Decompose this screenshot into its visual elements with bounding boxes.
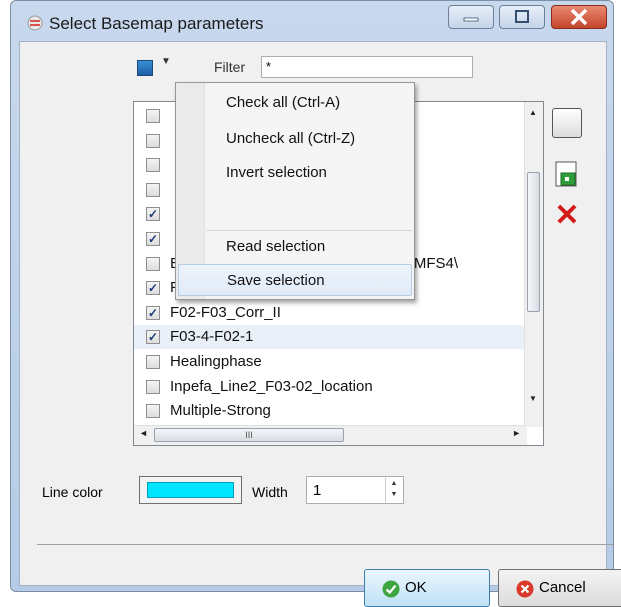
checkbox[interactable]: ✓ (146, 305, 160, 320)
list-item[interactable]: Inpefa_Line2_F03-02_location (134, 375, 526, 399)
dialog-window: Select Basemap parameters ▼ Filter * ✓✓E… (10, 0, 621, 607)
selection-menu-button[interactable] (137, 60, 153, 76)
filter-input[interactable]: * (261, 56, 473, 78)
width-label: Width (252, 484, 288, 500)
checkbox[interactable] (146, 256, 160, 271)
frame-icon[interactable] (552, 108, 582, 138)
line-color-label: Line color (42, 484, 103, 500)
list-item[interactable]: ✓ F02-F03_Corr_II (134, 301, 526, 325)
delete-icon[interactable]: ✕ (552, 201, 582, 232)
list-item[interactable]: Multiple-Strong (134, 399, 526, 423)
checkbox[interactable]: ✓ (146, 232, 160, 246)
checkbox[interactable] (146, 379, 160, 394)
color-swatch (147, 482, 234, 498)
menu-item-label: Invert selection (226, 164, 327, 181)
chevron-down-icon[interactable]: ▼ (161, 56, 171, 67)
list-item-label: Inpefa_Line2_F03-02_location (170, 377, 373, 395)
width-value: 1 (313, 482, 322, 499)
list-item-label: Multiple-Strong (170, 402, 271, 420)
title-bar[interactable]: Select Basemap parameters (11, 1, 613, 41)
save-icon[interactable] (552, 159, 582, 189)
dialog-body: ▼ Filter * ✓✓Example random contour demo… (19, 41, 621, 607)
checkbox[interactable]: ✓ (146, 207, 160, 222)
menu-item-read-selection[interactable]: Read selection (178, 231, 412, 263)
scroll-down-icon[interactable]: ▼ (529, 394, 537, 403)
menu-item-label: Uncheck all (Ctrl-Z) (226, 130, 356, 147)
minimize-icon (463, 17, 479, 22)
checkbox[interactable]: ✓ (146, 330, 160, 345)
window-title: Select Basemap parameters (49, 14, 264, 33)
horizontal-scrollbar[interactable]: ◄ III ► (134, 425, 527, 445)
checkbox[interactable] (146, 133, 160, 148)
context-menu: Check all (Ctrl-A) Uncheck all (Ctrl-Z) … (175, 82, 415, 300)
line-color-button[interactable] (139, 476, 242, 504)
list-item-label: Healingphase (170, 353, 262, 370)
check-circle-icon (382, 580, 400, 598)
menu-item-label: Save selection (227, 272, 325, 289)
checkbox[interactable] (146, 404, 160, 419)
menu-item-invert-selection[interactable]: Invert selection (178, 157, 412, 189)
scroll-left-icon[interactable]: ◄ (139, 428, 148, 438)
menu-item-label: Read selection (226, 238, 326, 255)
ok-button[interactable]: OK (364, 569, 490, 607)
checkbox[interactable] (146, 158, 160, 173)
minimize-button[interactable] (448, 5, 494, 29)
checkbox[interactable] (146, 355, 160, 369)
ok-button-label: OK (405, 579, 427, 596)
vertical-scroll-thumb[interactable] (527, 172, 540, 312)
list-item-label: F03-4-F02-1 (170, 328, 254, 346)
scroll-right-icon[interactable]: ► (512, 428, 521, 438)
checkbox[interactable]: ✓ (146, 281, 160, 296)
spinner-arrows-icon[interactable]: ▲ ▼ (385, 478, 402, 502)
menu-item-save-selection[interactable]: Save selection (178, 264, 412, 296)
divider (37, 544, 613, 545)
checkbox[interactable] (146, 182, 160, 197)
checkbox[interactable] (146, 109, 160, 123)
menu-item-check-all[interactable]: Check all (Ctrl-A) (178, 87, 412, 119)
list-item-label: F02-F03_Corr_II (170, 303, 281, 321)
cancel-circle-icon (516, 580, 534, 598)
filter-label: Filter (214, 59, 246, 75)
width-spinbox[interactable]: 1 ▲ ▼ (306, 476, 404, 504)
cancel-button[interactable]: Cancel (498, 569, 621, 607)
close-icon (570, 8, 588, 26)
list-item[interactable]: Healingphase (134, 350, 526, 374)
menu-item-label: Check all (Ctrl-A) (226, 94, 341, 111)
horizontal-scroll-thumb[interactable]: III (154, 428, 344, 442)
close-button[interactable] (551, 5, 607, 29)
maximize-button[interactable] (499, 5, 545, 29)
scroll-up-icon[interactable]: ▲ (529, 108, 537, 117)
app-icon (27, 15, 43, 31)
menu-item-uncheck-all[interactable]: Uncheck all (Ctrl-Z) (178, 123, 412, 155)
list-item[interactable]: ✓ F03-4-F02-1 (134, 325, 526, 350)
cancel-button-label: Cancel (539, 579, 586, 596)
maximize-icon (515, 10, 529, 23)
vertical-scrollbar[interactable]: ▲ ▼ (524, 102, 543, 427)
